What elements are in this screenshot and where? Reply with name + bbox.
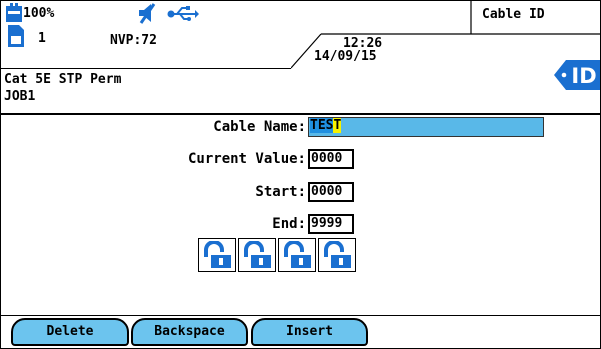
status-divider	[1, 68, 291, 69]
unlock-icon	[204, 241, 231, 268]
unlock-button-1[interactable]	[198, 238, 236, 272]
unlock-icon	[284, 241, 311, 268]
delete-button[interactable]: Delete	[11, 318, 129, 346]
battery-icon	[6, 3, 22, 22]
current-value-label: Current Value:	[187, 151, 306, 167]
screen-title: Cable ID	[482, 7, 545, 22]
unlock-button-4[interactable]	[318, 238, 356, 272]
speaker-muted-icon	[139, 3, 156, 24]
text-cursor: T	[333, 118, 342, 133]
end-field[interactable]: 9999	[308, 214, 354, 234]
battery-level: 100%	[23, 6, 55, 21]
id-tag-icon: ID	[554, 60, 600, 90]
unlock-button-2[interactable]	[238, 238, 276, 272]
unlock-button-3[interactable]	[278, 238, 316, 272]
backspace-button[interactable]: Backspace	[131, 318, 248, 346]
status-bar: 100% 1 NVP:72 12:26 14/09/15 Cable ID	[1, 1, 600, 69]
cable-name-selected-text: TES	[310, 118, 334, 133]
tester-screen: 100% 1 NVP:72 12:26 14/09/15 Cable ID Ca…	[0, 0, 601, 349]
start-label: Start:	[255, 184, 306, 200]
softkey-divider	[1, 315, 600, 316]
memory-count: 1	[38, 31, 46, 46]
cable-name-label: Cable Name:	[213, 119, 306, 135]
usb-icon	[167, 6, 199, 21]
job-name: JOB1	[4, 89, 36, 104]
sd-card-icon	[8, 25, 24, 47]
end-label: End:	[272, 216, 306, 232]
cable-name-input[interactable]: TEST	[308, 117, 544, 137]
cable-type: Cat 5E STP Perm	[4, 72, 122, 87]
start-field[interactable]: 0000	[308, 182, 354, 202]
tab-frame	[291, 1, 600, 69]
unlock-icon	[324, 241, 351, 268]
insert-button[interactable]: Insert	[251, 318, 368, 346]
current-value-field[interactable]: 0000	[308, 149, 354, 169]
id-badge-text: ID	[571, 64, 596, 88]
header-divider	[1, 113, 600, 115]
unlock-icon	[244, 241, 271, 268]
nvp-value: NVP:72	[110, 33, 157, 48]
